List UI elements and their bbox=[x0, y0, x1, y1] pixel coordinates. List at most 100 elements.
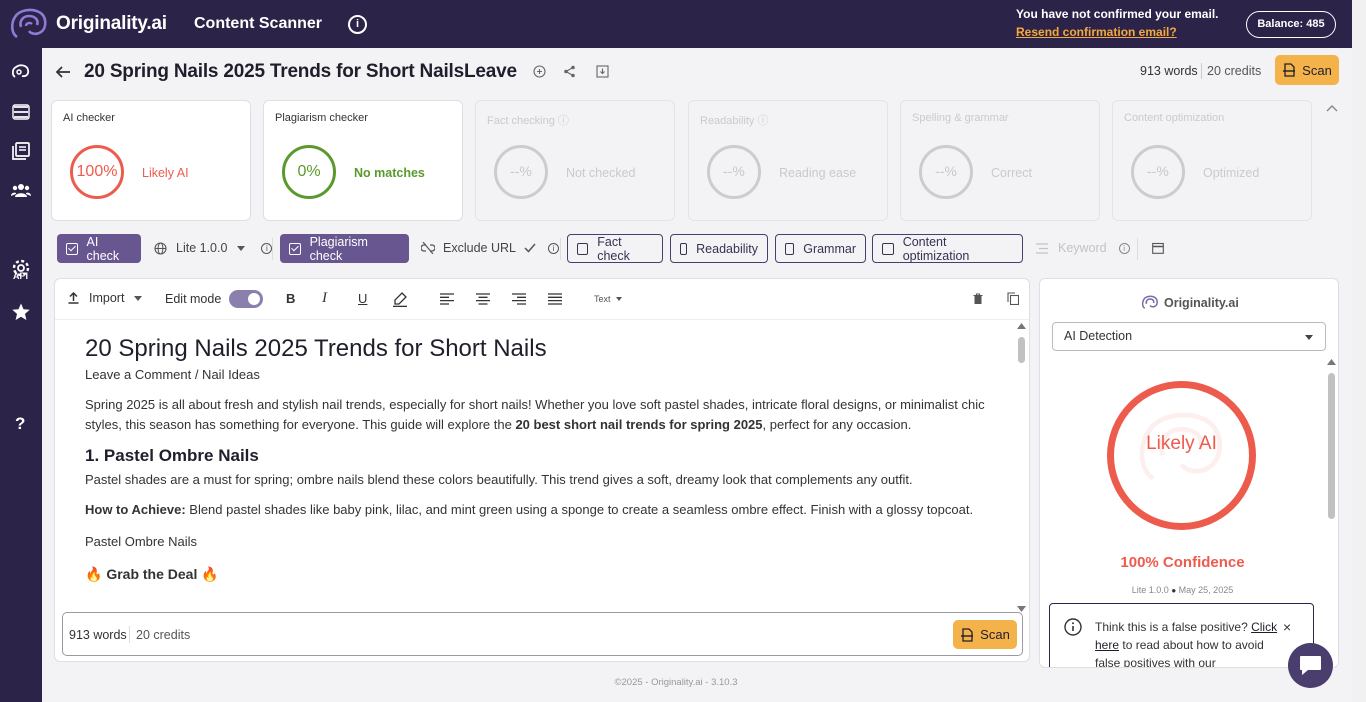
align-left-icon[interactable] bbox=[440, 293, 454, 305]
scan-doc-icon bbox=[961, 627, 974, 642]
edit-mode-label: Edit mode bbox=[165, 292, 222, 306]
scan-icon[interactable] bbox=[11, 102, 31, 122]
panel-scrollbar[interactable] bbox=[1327, 359, 1336, 659]
card-title-text: Fact checking bbox=[487, 115, 555, 127]
card-title: Spelling & grammar bbox=[912, 112, 1009, 124]
balance-button[interactable]: Balance: 485 bbox=[1246, 11, 1336, 38]
brand[interactable]: Originality.ai bbox=[9, 7, 167, 41]
scan-button-top[interactable]: Scan bbox=[1275, 55, 1339, 85]
content-paragraph: Pastel shades are a must for spring; omb… bbox=[85, 472, 913, 487]
close-icon[interactable]: × bbox=[1283, 619, 1291, 635]
ai-result-label: Likely AI bbox=[1146, 433, 1217, 454]
divider bbox=[1201, 63, 1202, 79]
exclude-url[interactable]: Exclude URL i bbox=[421, 241, 559, 255]
link-off-icon bbox=[421, 242, 435, 254]
trash-icon[interactable] bbox=[973, 293, 983, 305]
fact-check-label: Fact check bbox=[597, 234, 630, 263]
help-icon[interactable]: ? bbox=[15, 414, 25, 434]
card-plagiarism-checker[interactable]: Plagiarism checker 0% No matches bbox=[263, 100, 463, 221]
document-title[interactable]: 20 Spring Nails 2025 Trends for Short Na… bbox=[84, 61, 517, 83]
caret-down-icon bbox=[237, 245, 246, 251]
editor-scroll-thumb[interactable] bbox=[1018, 337, 1025, 363]
text-style-label: Text bbox=[594, 294, 611, 304]
plagiarism-check-label: Plagiarism check bbox=[309, 234, 368, 263]
upload-icon bbox=[68, 292, 79, 304]
card-content-optimization[interactable]: Content optimization --% Optimized bbox=[1112, 100, 1312, 221]
model-info-icon[interactable]: i bbox=[261, 242, 273, 254]
readability-label: Readability bbox=[696, 241, 758, 256]
credit-count: 20 credits bbox=[136, 628, 191, 642]
calendar-icon[interactable] bbox=[1152, 242, 1164, 254]
edit-mode-switch[interactable] bbox=[229, 290, 264, 308]
team-icon[interactable] bbox=[11, 180, 31, 200]
copy-icon[interactable] bbox=[1007, 292, 1019, 305]
check-icon[interactable] bbox=[524, 243, 536, 253]
page-scrollbar[interactable] bbox=[1352, 0, 1366, 702]
card-status: Not checked bbox=[566, 166, 636, 180]
italic-icon[interactable]: I bbox=[322, 290, 327, 307]
content-optimization-toggle[interactable]: Content optimization bbox=[872, 234, 1023, 263]
content-byline: Leave a Comment / Nail Ideas bbox=[85, 367, 260, 382]
deal-link[interactable]: 🔥 Grab the Deal 🔥 bbox=[85, 564, 995, 584]
exclude-url-info-icon[interactable]: i bbox=[547, 242, 559, 254]
card-status: No matches bbox=[354, 166, 425, 180]
document-content[interactable]: 20 Spring Nails 2025 Trends for Short Na… bbox=[85, 335, 995, 584]
library-icon[interactable] bbox=[11, 141, 31, 161]
grammar-toggle[interactable]: Grammar bbox=[775, 234, 866, 263]
settings-icon[interactable] bbox=[11, 258, 31, 278]
divider bbox=[129, 626, 130, 643]
fact-check-toggle[interactable]: Fact check bbox=[567, 234, 663, 263]
divider bbox=[272, 238, 273, 260]
resend-email-link[interactable]: Resend confirmation email? bbox=[1016, 25, 1177, 39]
ai-check-toggle[interactable]: AI check bbox=[57, 234, 141, 263]
editor-scrollbar[interactable] bbox=[1017, 323, 1026, 612]
card-spelling-grammar[interactable]: Spelling & grammar --% Correct bbox=[900, 100, 1100, 221]
keyword-field[interactable]: Keyword i bbox=[1036, 241, 1130, 255]
import-label: Import bbox=[89, 291, 125, 305]
add-icon[interactable] bbox=[533, 65, 546, 78]
card-status: Optimized bbox=[1203, 166, 1260, 180]
checkbox-icon bbox=[577, 242, 589, 255]
card-fact-checking[interactable]: Fact checking ⓘ --% Not checked bbox=[475, 100, 675, 221]
text-style-select[interactable]: Text bbox=[594, 294, 622, 304]
align-center-icon[interactable] bbox=[476, 293, 490, 305]
checkbox-icon bbox=[66, 242, 78, 255]
detection-type-select[interactable]: AI Detection bbox=[1052, 322, 1326, 351]
card-ai-checker[interactable]: AI checker 100% Likely AI bbox=[51, 100, 251, 221]
grammar-score-ring: --% bbox=[919, 145, 973, 199]
scroll-up-icon[interactable] bbox=[1327, 359, 1336, 365]
paragraph-text: Blend pastel shades like baby pink, lila… bbox=[185, 502, 974, 517]
model-select[interactable]: Lite 1.0.0 i bbox=[154, 241, 273, 255]
grammar-label: Grammar bbox=[803, 241, 856, 256]
readability-toggle[interactable]: Readability bbox=[670, 234, 768, 263]
download-icon[interactable] bbox=[596, 65, 609, 78]
checkbox-icon bbox=[785, 242, 795, 255]
plagiarism-check-toggle[interactable]: Plagiarism check bbox=[280, 234, 409, 263]
collapse-chevron-icon[interactable] bbox=[1326, 104, 1338, 112]
panel-scroll-thumb[interactable] bbox=[1328, 373, 1335, 519]
fact-score-ring: --% bbox=[494, 145, 548, 199]
align-right-icon[interactable] bbox=[512, 293, 526, 305]
bold-icon[interactable]: B bbox=[286, 291, 295, 306]
highlight-icon[interactable] bbox=[393, 292, 407, 307]
scroll-up-icon[interactable] bbox=[1017, 323, 1026, 329]
card-readability[interactable]: Readability ⓘ --% Reading ease bbox=[688, 100, 888, 221]
word-count: 913 words bbox=[1140, 64, 1198, 78]
back-arrow-icon[interactable] bbox=[54, 64, 72, 80]
model-label: Lite 1.0.0 bbox=[176, 241, 228, 255]
dot-separator: ● bbox=[1171, 586, 1177, 595]
star-icon[interactable] bbox=[11, 302, 31, 322]
info-icon[interactable]: i bbox=[348, 15, 367, 34]
select-value: AI Detection bbox=[1064, 329, 1133, 343]
scan-label: Scan bbox=[1302, 62, 1332, 78]
scan-button-bottom[interactable]: Scan bbox=[953, 620, 1017, 649]
edit-mode-toggle[interactable]: Edit mode bbox=[165, 290, 264, 308]
copyright: ©2025 - Originality.ai - 3.10.3 bbox=[614, 677, 738, 688]
ai-result-ring: Likely AI bbox=[1107, 381, 1256, 530]
share-icon[interactable] bbox=[563, 65, 576, 78]
align-justify-icon[interactable] bbox=[548, 293, 562, 305]
import-button[interactable]: Import bbox=[68, 291, 143, 305]
brain-icon[interactable] bbox=[11, 63, 31, 83]
underline-icon[interactable]: U bbox=[358, 291, 367, 306]
keyword-info-icon[interactable]: i bbox=[1118, 242, 1130, 254]
